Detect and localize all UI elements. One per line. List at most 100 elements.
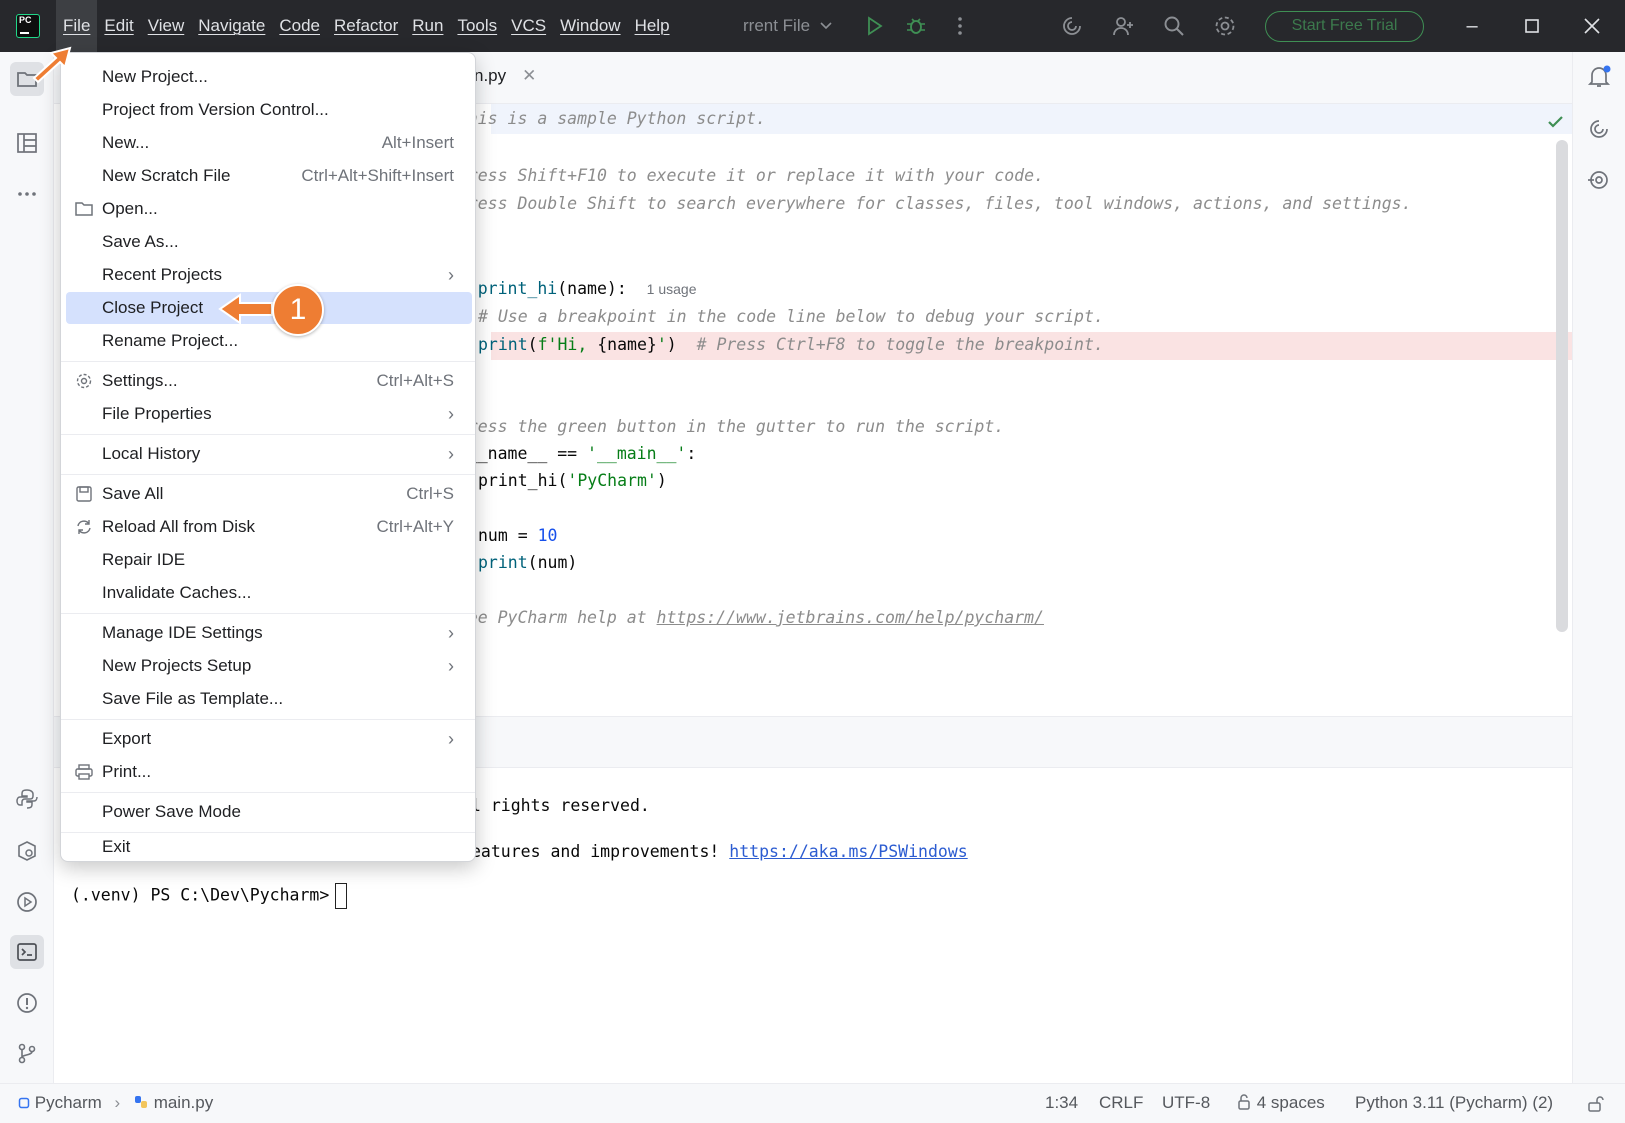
menu-separator [61,792,475,793]
add-user-icon[interactable] [1111,14,1135,38]
git-button[interactable] [10,1036,44,1070]
notifications-button[interactable] [1582,60,1616,94]
python-packages-button[interactable] [10,782,44,816]
python-console-button[interactable] [10,834,44,868]
pycharm-window: PC File Edit View Navigate Code Refactor… [0,0,1625,1123]
right-tool-strip [1572,52,1625,1083]
label: Export [102,729,152,748]
save-icon [76,486,92,502]
num-value: 10 [537,526,558,545]
menu-manage-ide-settings[interactable]: Manage IDE Settings › [66,617,472,649]
terminal-icon [17,943,37,961]
submenu-arrow-icon: › [448,729,454,749]
services-button[interactable] [10,885,44,919]
code-line-num: num = 10 [478,522,557,550]
python-file-icon [134,1096,147,1108]
menu-open[interactable]: Open... [66,193,472,225]
menu-navigate[interactable]: Navigate [191,0,272,52]
pycharm-logo[interactable]: PC [16,14,40,38]
more-tools-button[interactable] [10,177,44,211]
menu-save-all[interactable]: Save All Ctrl+S [66,478,472,510]
file-encoding[interactable]: UTF-8 [1162,1093,1210,1113]
problems-button[interactable] [10,986,44,1020]
minimize-icon[interactable]: – [1459,13,1485,39]
help-link[interactable]: https://www.jetbrains.com/help/pycharm/ [657,608,1044,627]
ai-chat-button[interactable] [1582,112,1616,146]
settings-gear-icon[interactable] [1213,14,1237,38]
label: Reload All from Disk [102,517,256,536]
no-problems-check-icon [1548,116,1563,128]
label: Invalidate Caches... [102,583,252,602]
close-window-icon[interactable] [1579,13,1605,39]
python-console-icon [18,841,36,861]
menu-repair-ide[interactable]: Repair IDE [66,544,472,576]
submenu-arrow-icon: › [448,444,454,464]
menu-print[interactable]: Print... [66,756,472,788]
label: Local History [102,444,201,463]
label: Close Project [102,298,204,317]
menu-help[interactable]: Help [628,0,677,52]
label: Save As... [102,232,179,251]
menu-code[interactable]: Code [272,0,327,52]
close-tab-icon[interactable]: ✕ [522,66,536,85]
call-start: print_hi( [478,471,568,490]
breadcrumb-project[interactable]: Pycharm [35,1093,102,1112]
menu-recent-projects[interactable]: Recent Projects › [66,259,472,291]
menu-run[interactable]: Run [405,0,450,52]
menu-reload-from-disk[interactable]: Reload All from Disk Ctrl+Alt+Y [66,511,472,543]
menu-vcs[interactable]: VCS [504,0,553,52]
menu-refactor[interactable]: Refactor [327,0,405,52]
read-only-lock-icon[interactable] [1586,1094,1606,1114]
menu-settings[interactable]: Settings... Ctrl+Alt+S [66,365,472,397]
menu-save-as[interactable]: Save As... [66,226,472,258]
shortcut: Alt+Insert [381,133,454,152]
coverage-button[interactable] [1582,163,1616,197]
shortcut: Ctrl+Alt+Shift+Insert [301,166,454,185]
menu-new-project[interactable]: New Project... [66,61,472,93]
menu-new[interactable]: New... Alt+Insert [66,127,472,159]
menu-rename-project[interactable]: Rename Project... [66,325,472,357]
structure-tool-button[interactable] [10,126,44,160]
usage-hint[interactable]: 1 usage [647,281,697,297]
ai-assistant-icon[interactable] [1060,14,1084,38]
terminal-button[interactable] [10,935,44,969]
menu-edit[interactable]: Edit [97,0,140,52]
start-free-trial-button[interactable]: Start Free Trial [1265,11,1424,42]
menu-new-scratch-file[interactable]: New Scratch File Ctrl+Alt+Shift+Insert [66,160,472,192]
submenu-arrow-icon: › [448,404,454,424]
menu-local-history[interactable]: Local History › [66,438,472,470]
caret-position[interactable]: 1:34 [1045,1093,1078,1113]
gear-icon [76,373,92,389]
menu-tools[interactable]: Tools [450,0,504,52]
terminal-cursor [335,883,348,909]
tab-label: n.py [474,66,507,85]
code-line-10: print(f'Hi, {name}') # Press Ctrl+F8 to … [478,331,1104,359]
menu-power-save-mode[interactable]: Power Save Mode [66,796,472,828]
indent-setting[interactable]: 4 spaces [1236,1093,1325,1113]
ps-windows-link[interactable]: https://aka.ms/PSWindows [729,842,967,861]
tab-main-py[interactable]: n.py ✕ [474,66,536,86]
menu-export[interactable]: Export › [66,723,472,755]
menu-project-from-vcs[interactable]: Project from Version Control... [66,94,472,126]
maximize-icon[interactable] [1519,13,1545,39]
menu-exit[interactable]: Exit [66,833,472,861]
title-bar: PC File Edit View Navigate Code Refactor… [0,0,1625,52]
python-interpreter[interactable]: Python 3.11 (Pycharm) (2) [1355,1093,1553,1113]
call-string: 'PyCharm' [567,471,657,490]
more-actions-icon[interactable] [948,14,972,38]
line-separator[interactable]: CRLF [1099,1093,1143,1113]
breadcrumb-file[interactable]: main.py [154,1093,214,1112]
code-line-help: # See PyCharm help at https://www.jetbra… [438,604,1044,632]
menu-invalidate-caches[interactable]: Invalidate Caches... [66,577,472,609]
menu-window[interactable]: Window [553,0,627,52]
menu-new-projects-setup[interactable]: New Projects Setup › [66,650,472,682]
editor-scrollbar[interactable] [1556,140,1568,632]
python-icon [16,789,38,809]
search-icon[interactable] [1162,14,1186,38]
menu-save-file-as-template[interactable]: Save File as Template... [66,683,472,715]
run-icon[interactable] [862,14,886,38]
menu-file-properties[interactable]: File Properties › [66,398,472,430]
debug-icon[interactable] [904,14,928,38]
run-configuration-selector[interactable]: rrent File [743,0,833,52]
menu-view[interactable]: View [141,0,192,52]
